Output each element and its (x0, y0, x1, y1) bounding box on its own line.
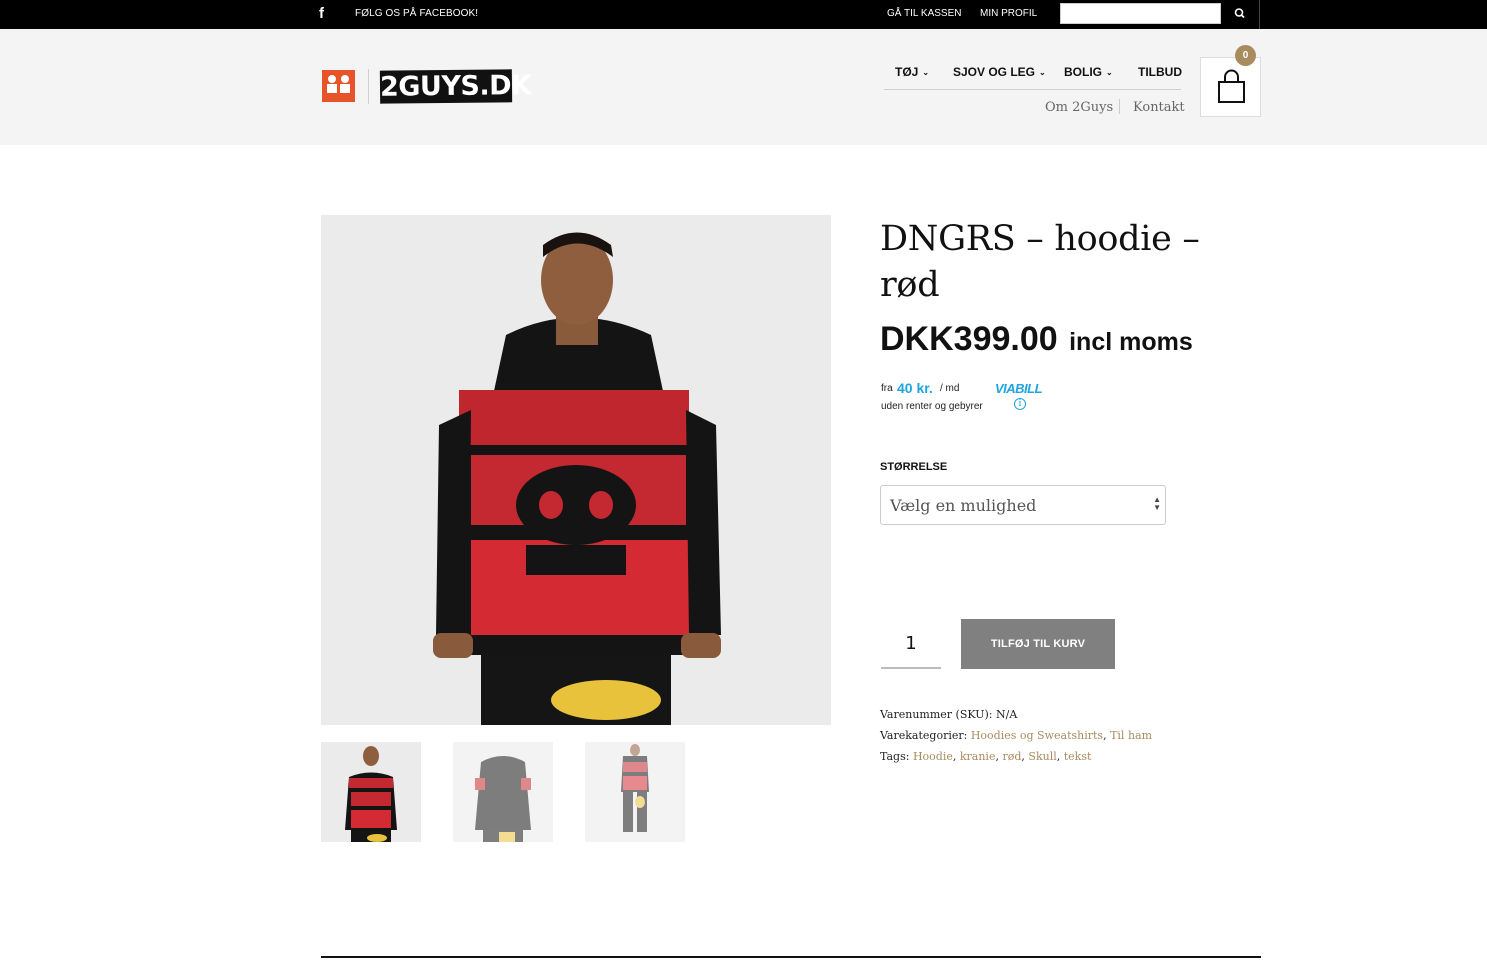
size-select[interactable]: Vælg en mulighed ▲ ▼ (880, 485, 1166, 525)
product-price: DKK399.00 incl moms (880, 320, 1193, 359)
cart-count-badge: 0 (1235, 45, 1256, 66)
viabill-fra: fra (881, 383, 893, 394)
chevron-down-icon: ⌄ (922, 68, 930, 77)
tag-link[interactable]: rød (1002, 750, 1021, 763)
top-bar: f FØLG OS PÅ FACEBOOK! GÅ TIL KASSEN MIN… (0, 0, 1487, 29)
sku-value: N/A (995, 708, 1018, 721)
category-link[interactable]: Til ham (1110, 729, 1152, 742)
product-title: DNGRS – hoodie – rød (880, 219, 1200, 305)
profile-link[interactable]: MIN PROFIL (980, 8, 1037, 19)
subnav-kontakt[interactable]: Kontakt (1133, 100, 1185, 115)
price-suffix: incl moms (1069, 328, 1193, 356)
viabill-no-fees-text: uden renter og gebyrer (881, 401, 983, 412)
nav-item-tilbud[interactable]: TILBUD (1138, 65, 1182, 79)
search-icon (1234, 8, 1245, 19)
viabill-widget[interactable]: fra 40 kr. / md VIABILL uden renter og g… (881, 380, 1081, 420)
price-amount: DKK399.00 (880, 320, 1058, 358)
facebook-follow-link[interactable]: FØLG OS PÅ FACEBOOK! (355, 8, 478, 19)
product-thumbnail[interactable] (585, 742, 685, 842)
viabill-amount: 40 kr. (897, 380, 933, 396)
product-thumbnail[interactable] (321, 742, 421, 842)
viabill-per-month: / md (940, 383, 960, 394)
select-arrows-icon: ▲ ▼ (1153, 495, 1161, 512)
viabill-logo: VIABILL (995, 381, 1043, 396)
nav-label: TØJ (895, 65, 919, 79)
nav-item-sjov-og-leg[interactable]: SJOV OG LEG ⌄ (953, 65, 1046, 79)
cart-button[interactable] (1200, 57, 1261, 117)
section-divider (321, 956, 1261, 958)
site-header (0, 29, 1487, 145)
logo-divider (368, 69, 369, 104)
nav-item-toj[interactable]: TØJ ⌄ (895, 65, 929, 79)
facebook-icon[interactable]: f (319, 6, 331, 22)
product-sku: Varenummer (SKU): N/A (880, 708, 1017, 721)
site-logo[interactable]: 2GUYS.DK (379, 69, 532, 104)
nav-label: BOLIG (1064, 65, 1102, 79)
add-to-cart-button[interactable]: TILFØJ TIL KURV (961, 619, 1115, 669)
search-button[interactable] (1225, 3, 1255, 24)
categories-label: Varekategorier: (880, 729, 968, 742)
size-label: STØRRELSE (880, 461, 948, 473)
chevron-down-icon: ⌄ (1039, 68, 1046, 77)
tag-link[interactable]: kranie (960, 750, 996, 763)
subnav-divider (1119, 99, 1120, 114)
subnav-om-2guys[interactable]: Om 2Guys (1045, 100, 1113, 115)
tag-link[interactable]: tekst (1064, 750, 1092, 763)
tag-link[interactable]: Skull (1028, 750, 1056, 763)
info-icon[interactable]: i (1014, 398, 1026, 410)
size-select-value: Vælg en mulighed (890, 496, 1037, 515)
product-main-image[interactable] (321, 215, 831, 725)
nav-underline (884, 89, 1181, 90)
product-categories: Varekategorier: Hoodies og Sweatshirts, … (880, 729, 1153, 742)
category-link[interactable]: Hoodies og Sweatshirts (971, 729, 1103, 742)
nav-item-bolig[interactable]: BOLIG ⌄ (1064, 65, 1113, 79)
search-input[interactable] (1060, 3, 1221, 24)
logo-mark[interactable] (322, 70, 355, 102)
shopping-bag-icon (1218, 69, 1245, 103)
top-divider (1259, 0, 1260, 29)
nav-label: TILBUD (1138, 65, 1182, 79)
tags-label: Tags: (880, 750, 910, 763)
checkout-link[interactable]: GÅ TIL KASSEN (887, 8, 961, 19)
product-tags: Tags: Hoodie, kranie, rød, Skull, tekst (880, 750, 1092, 763)
nav-label: SJOV OG LEG (953, 65, 1036, 79)
sku-label: Varenummer (SKU): (880, 708, 993, 721)
quantity-input[interactable]: 1 (881, 619, 941, 669)
chevron-down-icon: ⌄ (1106, 68, 1113, 77)
tag-link[interactable]: Hoodie (913, 750, 953, 763)
product-thumbnail[interactable] (453, 742, 553, 842)
